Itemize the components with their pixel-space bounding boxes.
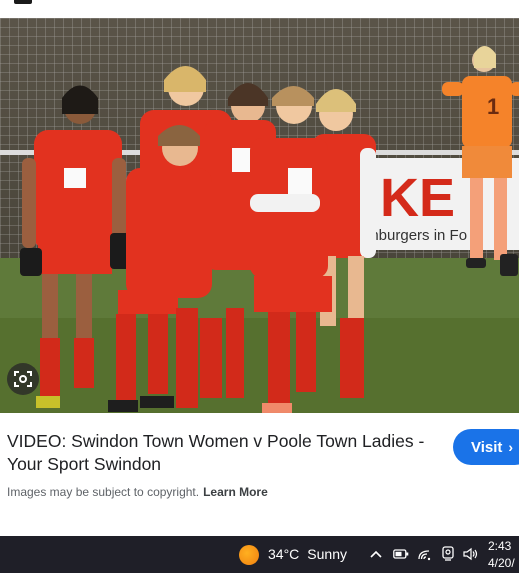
- chevron-right-icon: ›: [508, 439, 514, 455]
- app-icon: [14, 0, 32, 4]
- banner-text: KE: [380, 168, 455, 228]
- visual-search-icon: [14, 371, 32, 387]
- banner-subtext: anburgers in Fo: [362, 227, 467, 244]
- result-title[interactable]: VIDEO: Swindon Town Women v Poole Town L…: [7, 430, 437, 476]
- keeper-number: 1: [487, 94, 499, 119]
- copyright-notice: Images may be subject to copyright. Learn…: [7, 485, 268, 499]
- spacer: [0, 515, 519, 536]
- chevron-up-icon[interactable]: [368, 545, 384, 563]
- visit-button[interactable]: Visit ›: [453, 429, 519, 465]
- taskbar: 34°C Sunny 2:43 4/20/: [0, 536, 519, 573]
- result-image[interactable]: KE anburgers in Fo 1: [0, 18, 519, 413]
- clock-time: 2:43: [488, 539, 512, 553]
- visual-search-button[interactable]: [7, 363, 39, 395]
- clock[interactable]: 2:43 4/20/: [488, 538, 515, 572]
- result-card: VIDEO: Swindon Town Women v Poole Town L…: [0, 413, 519, 515]
- battery-icon[interactable]: [392, 545, 410, 563]
- wifi-icon[interactable]: [416, 545, 434, 563]
- temperature: 34°C: [268, 546, 300, 562]
- camera-icon[interactable]: [440, 545, 456, 563]
- visit-label: Visit: [471, 438, 503, 456]
- learn-more-link[interactable]: Learn More: [203, 485, 268, 499]
- clock-date: 4/20/: [488, 556, 515, 570]
- speaker-icon[interactable]: [462, 545, 480, 563]
- weather-widget[interactable]: 34°C Sunny: [268, 546, 347, 562]
- match-photo: KE anburgers in Fo 1: [0, 18, 519, 413]
- weather-condition: Sunny: [307, 546, 347, 562]
- top-strip: [0, 0, 519, 18]
- sun-icon[interactable]: [239, 545, 259, 565]
- copyright-text: Images may be subject to copyright.: [7, 485, 200, 499]
